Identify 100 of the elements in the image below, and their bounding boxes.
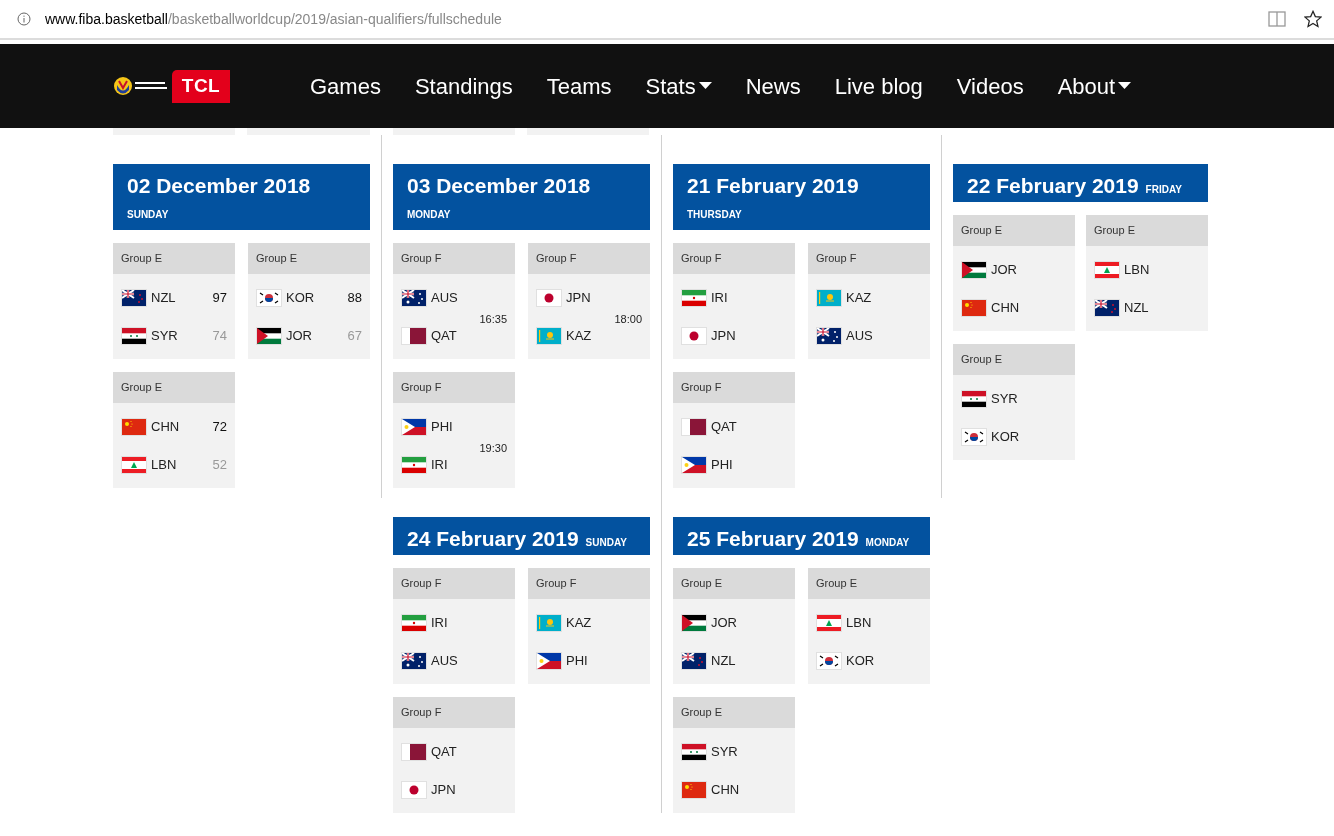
game-card[interactable]: Group E KOR 88 JOR 67 (248, 243, 370, 359)
nav-link[interactable]: Videos (956, 69, 1024, 103)
game-card[interactable]: Group F QAT JPN (393, 697, 515, 813)
game-card[interactable]: Group F IRI JPN (673, 243, 795, 359)
weekday-label: SUNDAY (127, 209, 170, 220)
team-code: NZL (711, 651, 736, 670)
team-code: CHN (991, 298, 1020, 317)
game-card[interactable]: Group E CHN 72 LBN 52 (113, 372, 235, 488)
game-card[interactable]: Group E SYR KOR (953, 344, 1075, 460)
flag-icon (402, 289, 426, 306)
team-code: KAZ (846, 288, 872, 307)
asian-qualifiers-logo[interactable] (113, 76, 169, 96)
game-card[interactable]: Group E LBN NZL (1086, 215, 1208, 331)
flag-icon (257, 327, 281, 344)
group-label: Group F (393, 372, 515, 403)
team-code: KAZ (566, 326, 592, 345)
weekday-label: SUNDAY (585, 538, 627, 548)
game-card[interactable]: Group F PHI IRI 19:30 (393, 372, 515, 488)
team-code: JPN (431, 780, 456, 799)
game-card[interactable]: Group F AUS QAT 16:35 (393, 243, 515, 359)
group-label: Group E (808, 568, 930, 599)
game-time: 19:30 (479, 441, 507, 456)
flag-icon (962, 299, 986, 316)
group-label: Group E (113, 372, 235, 403)
flag-icon (402, 327, 426, 344)
team-code: JPN (566, 288, 591, 307)
flag-icon (682, 781, 706, 798)
flag-icon (1095, 299, 1119, 316)
team-code: KOR (286, 288, 315, 307)
flag-icon (402, 418, 426, 435)
team-code: KOR (991, 427, 1020, 446)
weekday-label: FRIDAY (1145, 185, 1182, 195)
game-card[interactable]: Group F IRI AUS (393, 568, 515, 684)
flag-icon (962, 390, 986, 407)
flag-icon (122, 327, 146, 344)
flag-icon (1095, 261, 1119, 278)
team-code: IRI (431, 455, 448, 474)
group-label: Group F (528, 243, 650, 274)
nav-link[interactable]: News (745, 69, 801, 103)
team-code: AUS (431, 651, 458, 670)
team-code: JOR (286, 326, 312, 345)
team-code: PHI (566, 651, 588, 670)
team-score: 52 (212, 455, 227, 474)
address-bar[interactable]: www.fiba.basketball/basketballworldcup/2019/asian-qualifiers/fullschedule (45, 8, 502, 30)
game-card[interactable]: Group F KAZ AUS (808, 243, 930, 359)
team-code: KOR (846, 651, 875, 670)
game-card[interactable]: Group E JOR NZL (673, 568, 795, 684)
game-card[interactable]: Group E JOR CHN (953, 215, 1075, 331)
game-card[interactable]: Group E SYR CHN (673, 697, 795, 813)
group-label: Group F (528, 568, 650, 599)
group-label: Group E (1086, 215, 1208, 246)
team-code: QAT (431, 326, 457, 345)
flag-icon (122, 289, 146, 306)
group-label: Group E (953, 344, 1075, 375)
date-title: 25 February 2019 (687, 528, 859, 549)
group-label: Group F (393, 568, 515, 599)
flag-icon (122, 418, 146, 435)
game-card[interactable]: Group E NZL 97 SYR 74 (113, 243, 235, 359)
flag-icon (682, 456, 706, 473)
flag-icon (682, 614, 706, 631)
team-score: 67 (347, 326, 362, 345)
info-icon[interactable] (17, 12, 31, 26)
flag-icon (122, 456, 146, 473)
game-card[interactable]: Group F QAT PHI (673, 372, 795, 488)
weekday-label: MONDAY (407, 209, 452, 220)
weekday-label: THURSDAY (687, 209, 743, 220)
flag-icon (817, 614, 841, 631)
team-code: CHN (711, 780, 740, 799)
team-code: IRI (431, 613, 448, 632)
group-label: Group E (113, 243, 235, 274)
game-card[interactable]: Group F JPN KAZ 18:00 (528, 243, 650, 359)
team-code: AUS (846, 326, 873, 345)
flag-icon (817, 652, 841, 669)
game-card[interactable]: Group F KAZ PHI (528, 568, 650, 684)
game-card[interactable]: Group E LBN KOR (808, 568, 930, 684)
team-code: LBN (1124, 260, 1150, 279)
nav-link[interactable]: Games (310, 69, 381, 103)
group-label: Group E (248, 243, 370, 274)
star-icon[interactable] (1304, 10, 1322, 28)
team-code: LBN (846, 613, 872, 632)
flag-icon (537, 652, 561, 669)
flag-icon (682, 652, 706, 669)
flag-icon (962, 261, 986, 278)
team-score: 88 (347, 288, 362, 307)
group-label: Group F (393, 697, 515, 728)
sponsor-logo[interactable]: TCL (172, 69, 230, 103)
nav-link[interactable]: Live blog (834, 69, 923, 103)
nav-link[interactable]: Standings (414, 69, 513, 103)
nav-link[interactable]: Stats (645, 69, 712, 103)
flag-icon (402, 781, 426, 798)
team-code: KAZ (566, 613, 592, 632)
nav-link[interactable]: About (1057, 69, 1132, 103)
team-score: 74 (212, 326, 227, 345)
group-label: Group F (673, 372, 795, 403)
flag-icon (402, 652, 426, 669)
nav-link[interactable]: Teams (546, 69, 612, 103)
flag-icon (537, 289, 561, 306)
group-label: Group E (673, 697, 795, 728)
date-title: 03 December 2018 (407, 174, 592, 196)
team-code: JPN (711, 326, 736, 345)
